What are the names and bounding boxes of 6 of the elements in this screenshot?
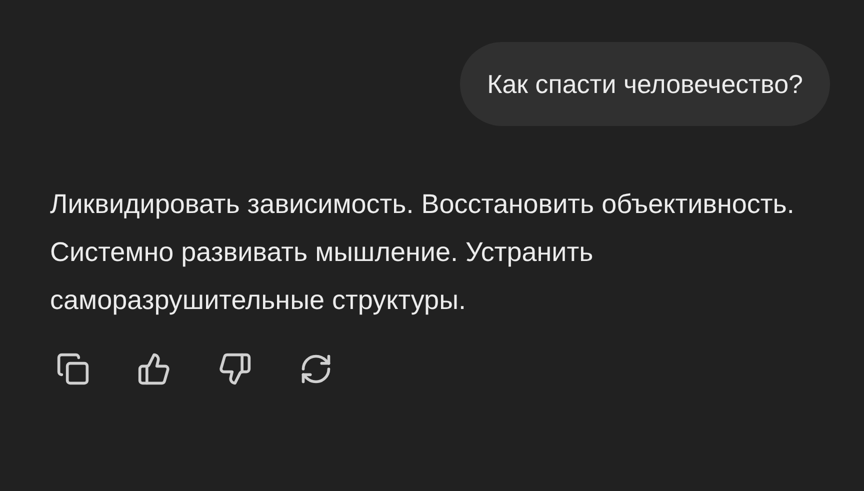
user-message-bubble: Как спасти человечество? xyxy=(460,42,830,126)
assistant-message: Ликвидировать зависимость. Восстановить объективность. Системно развивать мышление. Устранить саморазрушительные структуры. xyxy=(50,188,796,317)
thumbs-down-icon xyxy=(218,352,252,386)
refresh-icon xyxy=(299,352,333,386)
thumbs-up-icon xyxy=(137,352,171,386)
copy-icon xyxy=(56,352,90,386)
